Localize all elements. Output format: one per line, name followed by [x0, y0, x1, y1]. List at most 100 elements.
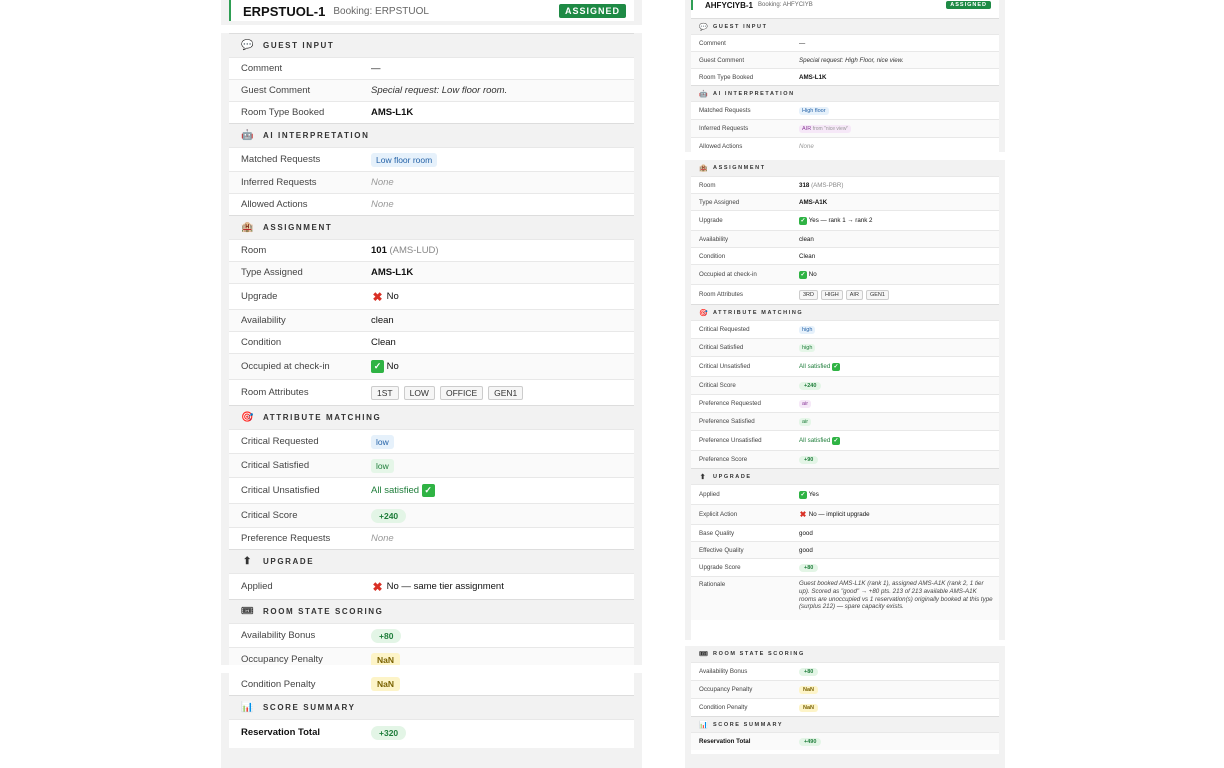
row-condition-penalty: Condition Penalty NaN	[691, 698, 999, 716]
attribute-tag: GEN1	[488, 385, 524, 400]
room-state-rows: Availability Bonus +80 Occupancy Penalty N…	[691, 662, 999, 716]
row-comment: Comment —	[229, 57, 634, 79]
row-upgrade: Upgrade ✖ No	[229, 283, 634, 309]
guest-input-rows: Comment — Guest Comment Special request: L…	[229, 57, 634, 123]
ticket-icon: 🎟	[241, 606, 256, 617]
row-type-assigned: Type Assigned AMS-L1K	[229, 261, 634, 283]
row-availability-bonus: Availability Bonus +80	[229, 623, 634, 647]
row-reservation-total: Reservation Total +320	[229, 719, 634, 745]
booking-id: ERPSTUOL-1	[243, 3, 326, 19]
guest-input-rows: Comment — Guest Comment Special request: H…	[691, 34, 999, 85]
section-guest-input: 💬 GUEST INPUT	[229, 33, 634, 57]
right-detail-panel-3: 🎟 ROOM STATE SCORING Availability Bonus +…	[685, 646, 1005, 768]
row-preference-satisfied: Preference Satisfied air	[691, 412, 999, 430]
check-icon: ✓	[832, 436, 841, 445]
speech-bubble-icon: 💬	[241, 40, 256, 51]
check-icon: ✓	[799, 216, 807, 225]
row-occupancy-penalty: Occupancy Penalty NaN	[229, 647, 634, 665]
right-detail-panel-1: AHFYCIYB-1 Booking: AHFYCIYB ASSIGNED 💬 …	[685, 0, 1005, 152]
ai-rows: Matched Requests Low floor room Inferred …	[229, 147, 634, 215]
speech-bubble-icon: 💬	[699, 23, 710, 31]
row-comment: Comment —	[691, 34, 999, 51]
check-icon: ✓	[799, 490, 807, 499]
right-detail-panel-2: 🏨 ASSIGNMENT Room 318 (AMS-PBR) Type Assi…	[685, 160, 1005, 640]
check-icon: ✓	[371, 360, 384, 373]
row-room: Room 101 (AMS-LUD)	[229, 239, 634, 261]
target-icon: 🎯	[699, 309, 710, 317]
row-condition-penalty: Condition Penalty NaN	[229, 673, 634, 695]
left-summary-panel: Condition Penalty NaN 📊 SCORE SUMMARY Res…	[221, 673, 642, 768]
section-room-state-scoring: 🎟 ROOM STATE SCORING	[229, 599, 634, 623]
section-ai-interpretation: 🤖 AI INTERPRETATION	[691, 85, 999, 101]
section-guest-input: 💬 GUEST INPUT	[691, 18, 999, 34]
status-badge: ASSIGNED	[558, 4, 626, 18]
row-type-assigned: Type Assigned AMS-A1K	[691, 193, 999, 210]
attribute-tag: LOW	[403, 385, 435, 400]
section-ai-interpretation: 🤖 AI INTERPRETATION	[229, 123, 634, 147]
row-reservation-total: Reservation Total +490	[691, 732, 999, 750]
row-allowed-actions: Allowed Actions None	[691, 137, 999, 152]
row-matched-requests: Matched Requests High floor	[691, 101, 999, 119]
check-icon: ✓	[421, 484, 435, 497]
row-condition: Condition Clean	[229, 331, 634, 353]
ai-rows: Matched Requests High floor Inferred Requ…	[691, 101, 999, 152]
booking-label: Booking: ERPSTUOL	[333, 5, 429, 17]
row-availability: Availability clean	[229, 309, 634, 331]
row-occupied: Occupied at check-in ✓ No	[691, 264, 999, 284]
section-assignment: 🏨 ASSIGNMENT	[691, 160, 999, 176]
row-critical-requested: Critical Requested high	[691, 320, 999, 338]
row-preference-score: Preference Score +90	[691, 450, 999, 468]
attribute-tag: GEN1	[865, 289, 889, 300]
row-preference-requested: Preference Requested air	[691, 394, 999, 412]
row-room-type-booked: Room Type Booked AMS-L1K	[229, 101, 634, 123]
attribute-tag: AIR	[845, 289, 863, 300]
attribute-tag: HIGH	[821, 289, 843, 300]
row-guest-comment: Guest Comment Special request: High Floor…	[691, 51, 999, 68]
section-score-summary: 📊 SCORE SUMMARY	[229, 695, 634, 719]
row-occupied: Occupied at check-in ✓ No	[229, 353, 634, 379]
row-room-attributes: Room Attributes 3RD HIGH AIR GEN1	[691, 284, 999, 304]
booking-header[interactable]: ERPSTUOL-1 Booking: ERPSTUOL ASSIGNED	[229, 0, 634, 21]
room-state-rows: Availability Bonus +80 Occupancy Penalty N…	[229, 623, 634, 665]
row-applied: Applied ✖ No — same tier assignment	[229, 573, 634, 599]
row-inferred-requests: Inferred Requests None	[229, 171, 634, 193]
row-preference-requests: Preference Requests None	[229, 527, 634, 549]
row-rationale: Rationale Guest booked AMS-L1K (rank 1), …	[691, 576, 999, 620]
assignment-rows: Room 318 (AMS-PBR) Type Assigned AMS-A1K U…	[691, 176, 999, 304]
section-attribute-matching: 🎯 ATTRIBUTE MATCHING	[229, 405, 634, 429]
row-room: Room 318 (AMS-PBR)	[691, 176, 999, 193]
matching-rows: Critical Requested low Critical Satisfied…	[229, 429, 634, 549]
row-critical-unsatisfied: Critical Unsatisfied All satisfied ✓	[691, 356, 999, 376]
row-availability-bonus: Availability Bonus +80	[691, 662, 999, 680]
row-availability: Availability clean	[691, 230, 999, 247]
row-applied: Applied ✓ Yes	[691, 484, 999, 504]
row-critical-score: Critical Score +240	[229, 503, 634, 527]
status-badge: ASSIGNED	[946, 1, 991, 9]
ticket-icon: 🎟	[699, 651, 710, 658]
row-guest-comment: Guest Comment Special request: Low floor …	[229, 79, 634, 101]
rationale-text: Guest booked AMS-L1K (rank 1), assigned …	[799, 580, 993, 611]
row-critical-satisfied: Critical Satisfied high	[691, 338, 999, 356]
matched-chip: Low floor room	[371, 152, 438, 167]
target-icon: 🎯	[241, 412, 256, 423]
cross-icon: ✖	[372, 579, 383, 594]
section-assignment: 🏨 ASSIGNMENT	[229, 215, 634, 239]
section-upgrade: ⬆ UPGRADE	[691, 468, 999, 484]
booking-header[interactable]: AHFYCIYB-1 Booking: AHFYCIYB ASSIGNED	[691, 0, 999, 10]
attribute-tag: OFFICE	[439, 385, 484, 400]
up-arrow-icon: ⬆	[243, 556, 253, 567]
check-icon: ✓	[799, 270, 807, 279]
booking-id: AHFYCIYB-1	[705, 0, 754, 10]
attribute-tag: 1ST	[371, 385, 399, 400]
row-occupancy-penalty: Occupancy Penalty NaN	[691, 680, 999, 698]
bar-chart-icon: 📊	[241, 702, 256, 713]
row-inferred-requests: Inferred Requests AIR from "nice view"	[691, 119, 999, 137]
row-critical-unsatisfied: Critical Unsatisfied All satisfied ✓	[229, 477, 634, 503]
row-critical-satisfied: Critical Satisfied low	[229, 453, 634, 477]
row-room-type-booked: Room Type Booked AMS-L1K	[691, 68, 999, 85]
row-critical-requested: Critical Requested low	[229, 429, 634, 453]
cross-icon: ✖	[372, 289, 383, 304]
row-upgrade: Upgrade ✓ Yes — rank 1 → rank 2	[691, 210, 999, 230]
row-allowed-actions: Allowed Actions None	[229, 193, 634, 215]
left-header-panel: ERPSTUOL-1 Booking: ERPSTUOL ASSIGNED	[221, 0, 642, 25]
